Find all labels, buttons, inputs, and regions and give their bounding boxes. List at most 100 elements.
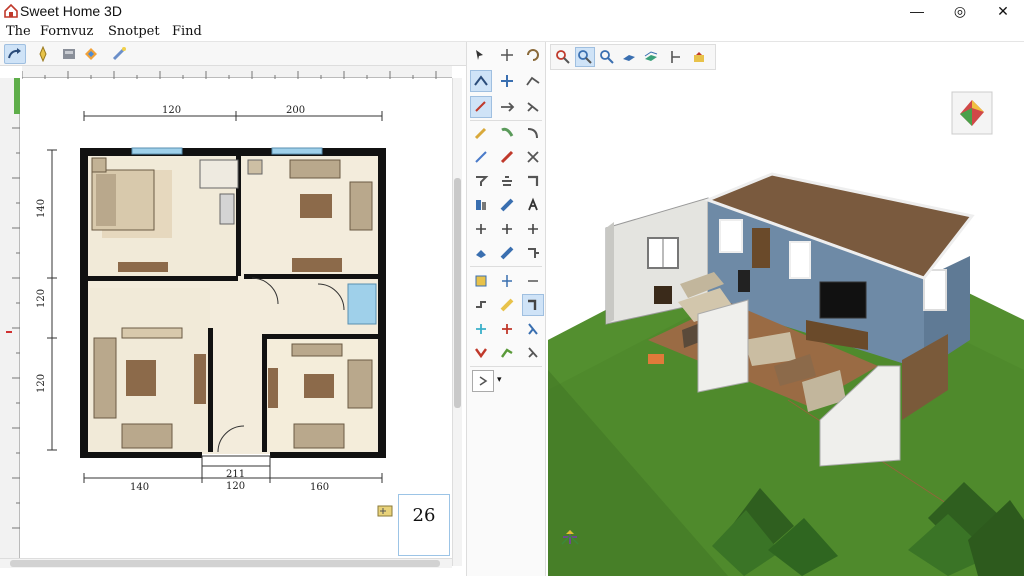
menu-item-furniture[interactable]: Fornvuz <box>40 24 93 40</box>
plan-vertical-scrollbar[interactable] <box>452 78 462 566</box>
pointer-icon <box>476 50 483 60</box>
palette-text-button[interactable] <box>522 194 544 216</box>
play-icon <box>479 376 488 386</box>
select-arrow-button[interactable] <box>4 44 26 64</box>
zoom-level-box[interactable]: 26 <box>398 494 450 556</box>
palette-add-button[interactable] <box>496 218 518 240</box>
palette-blue-line-button[interactable] <box>496 242 518 264</box>
palette-mirror-button[interactable] <box>470 318 492 340</box>
view3d-layers-button[interactable] <box>641 47 661 67</box>
compass-button[interactable] <box>32 44 54 64</box>
magnifier-icon <box>556 50 570 64</box>
view3d-zoom-button[interactable] <box>553 47 573 67</box>
palette-pencil-button[interactable] <box>470 122 492 144</box>
blue-line-icon <box>500 246 514 260</box>
dimension-icon <box>475 101 486 112</box>
dimension-left-bottom: 120 <box>36 374 47 393</box>
furniture-button[interactable] <box>58 44 80 64</box>
menu-item-file[interactable]: The <box>6 24 31 40</box>
plan-panel[interactable]: 120 200 140 120 120 140 211 120 160 <box>0 66 462 576</box>
menu-item-find[interactable]: Find <box>172 24 202 40</box>
chevron-down-icon[interactable]: ▾ <box>497 374 502 385</box>
palette-align-button[interactable] <box>522 270 544 292</box>
palette-window-button[interactable] <box>496 194 518 216</box>
resize-icon <box>528 323 538 335</box>
view3d-select-button[interactable] <box>575 47 595 67</box>
mirror-icon <box>476 324 486 334</box>
text-icon <box>528 197 538 211</box>
dimension-left-top: 140 <box>36 199 47 218</box>
palette-mode-dropdown[interactable] <box>472 370 494 392</box>
window-title: Sweet Home 3D <box>20 3 122 19</box>
restore-button[interactable]: ◎ <box>945 0 975 22</box>
group-icon <box>475 275 487 287</box>
palette-brush-button[interactable] <box>496 122 518 144</box>
palette-delete-button[interactable] <box>522 146 544 168</box>
rotate-icon <box>527 49 539 61</box>
split-icon <box>502 324 512 334</box>
palette-pan-button[interactable] <box>496 44 518 66</box>
palette-light-button[interactable] <box>522 96 544 118</box>
palette-label-button[interactable] <box>496 96 518 118</box>
palette-split-button[interactable] <box>496 318 518 340</box>
palette-rotate-button[interactable] <box>522 44 544 66</box>
brush-icon <box>501 127 514 137</box>
select-icon <box>578 50 592 64</box>
palette-resize-button[interactable] <box>522 318 544 340</box>
palette-move-button[interactable] <box>522 218 544 240</box>
palette-join-button[interactable] <box>470 294 492 316</box>
palette-yellow-button[interactable] <box>496 294 518 316</box>
palette-line-button[interactable] <box>470 146 492 168</box>
floor-plan-canvas[interactable]: 120 200 140 120 120 140 211 120 160 <box>22 78 452 556</box>
step-icon <box>528 248 539 258</box>
yellow-line-icon <box>500 298 514 312</box>
split-view-icon <box>671 51 680 63</box>
view3d-camera-button[interactable] <box>689 47 709 67</box>
palette-red-line-button[interactable] <box>496 146 518 168</box>
dimension-top-right: 200 <box>286 105 305 116</box>
line-icon <box>475 151 487 163</box>
view3d-toolbar <box>550 44 716 70</box>
view3d-canvas[interactable] <box>548 70 1024 576</box>
view3d-box-button[interactable] <box>619 47 639 67</box>
wand-button[interactable] <box>108 44 130 64</box>
plus-icon <box>476 224 486 234</box>
palette-table-button[interactable] <box>496 170 518 192</box>
dimension-left-middle: 120 <box>36 289 47 308</box>
menu-item-plan[interactable]: Snotpet <box>108 24 160 40</box>
camera-icon <box>694 52 704 62</box>
palette-polyline-button[interactable] <box>522 70 544 92</box>
compass-cube-icon[interactable] <box>951 91 993 135</box>
palette-magnet-button[interactable] <box>470 342 492 364</box>
flip-icon <box>502 275 512 287</box>
import-button[interactable] <box>80 44 102 64</box>
palette-step-button[interactable] <box>522 242 544 264</box>
compass-icon <box>39 46 47 62</box>
palette-curve-button[interactable] <box>522 122 544 144</box>
menu-bar: The Fornvuz Snotpet Find <box>0 22 1024 42</box>
minimize-button[interactable]: — <box>902 0 932 22</box>
palette-paint-button[interactable] <box>470 242 492 264</box>
palette-door-button[interactable] <box>470 194 492 216</box>
palette-corner-button[interactable] <box>522 170 544 192</box>
view3d-search-button[interactable] <box>597 47 617 67</box>
palette-plus-button[interactable] <box>470 218 492 240</box>
palette-cursor-button[interactable] <box>522 342 544 364</box>
palette-modify-button[interactable] <box>522 294 544 316</box>
palette-stamp-button[interactable] <box>470 170 492 192</box>
palette-tag-button[interactable] <box>496 342 518 364</box>
palette-select-button[interactable] <box>470 44 492 66</box>
dimension-bottom-center-bottom: 120 <box>226 481 245 492</box>
hand-icon[interactable] <box>376 502 396 520</box>
corner-icon <box>528 175 539 186</box>
close-button[interactable]: ✕ <box>988 0 1018 22</box>
palette-room-button[interactable] <box>496 70 518 92</box>
palette-flip-button[interactable] <box>496 270 518 292</box>
palette-wall-button[interactable] <box>470 70 492 92</box>
cross-icon <box>501 75 513 87</box>
plan-horizontal-scrollbar[interactable] <box>0 558 452 568</box>
view3d-split-button[interactable] <box>665 47 685 67</box>
palette-dimension-button[interactable] <box>470 96 492 118</box>
furniture-icon <box>63 49 75 59</box>
palette-group-button[interactable] <box>470 270 492 292</box>
